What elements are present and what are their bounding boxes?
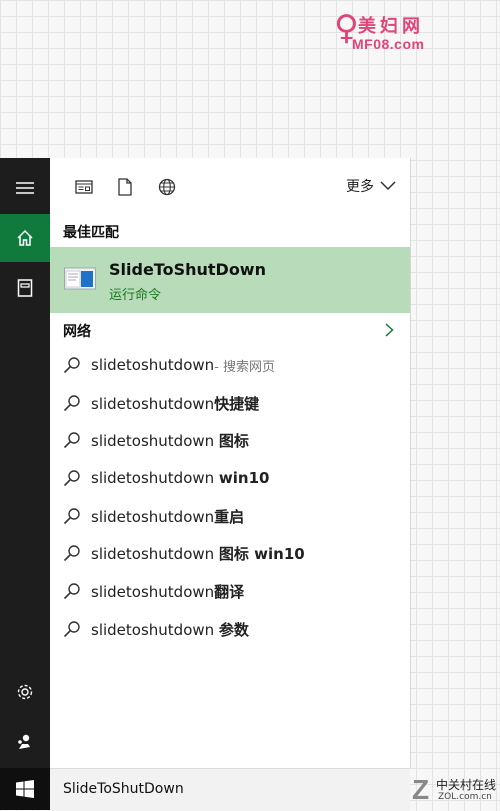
suggestion-item[interactable]: slidetoshutdown win10 [50, 460, 410, 496]
windows-logo-icon [16, 780, 34, 798]
settings-button[interactable] [0, 668, 50, 716]
filter-toolbar: 更多 [50, 158, 410, 214]
globe-icon [158, 178, 176, 196]
app-window-icon [75, 180, 93, 194]
suggestion-text: slidetoshutdown重启 [91, 507, 245, 526]
watermark-mf08: ♀ 美妇网 MF08.com [330, 6, 445, 56]
start-rail [0, 158, 50, 810]
suggestion-item[interactable]: slidetoshutdown快捷键 [50, 385, 410, 421]
suggestion-text: slidetoshutdown翻译 [91, 582, 245, 601]
search-icon [63, 431, 81, 449]
search-results-panel: 更多 最佳匹配 SlideToShutDown 运行命令 网络 slidetos… [50, 158, 411, 768]
search-icon [63, 620, 81, 638]
start-button[interactable] [0, 768, 50, 810]
search-icon [63, 356, 81, 374]
filter-apps-button[interactable] [72, 175, 96, 199]
watermark-cn: 美妇网 [358, 16, 424, 37]
feedback-icon [18, 734, 30, 749]
search-input-value: SlideToShutDown [63, 781, 184, 797]
search-input[interactable]: SlideToShutDown [50, 768, 410, 811]
best-match-item[interactable]: SlideToShutDown 运行命令 [50, 247, 410, 313]
notebook-button[interactable] [0, 264, 50, 312]
suggestion-text: slidetoshutdown 参数 [91, 620, 249, 639]
suggestion-item[interactable]: slidetoshutdown 图标 win10 [50, 535, 410, 571]
menu-button[interactable] [0, 164, 50, 212]
watermark-zol-logo: Z [412, 774, 430, 805]
suggestion-item[interactable]: slidetoshutdown - 搜索网页 [50, 347, 410, 383]
notebook-icon [17, 279, 33, 297]
hamburger-icon [16, 182, 34, 194]
search-icon [63, 544, 81, 562]
watermark-zol-en: ZOL.com.cn [438, 792, 492, 802]
search-icon [63, 394, 81, 412]
more-filters-button[interactable]: 更多 [346, 176, 396, 196]
suggestion-text: slidetoshutdown 图标 win10 [91, 544, 305, 563]
suggestion-text: slidetoshutdown快捷键 [91, 394, 260, 413]
suggestion-text: slidetoshutdown [91, 356, 215, 374]
watermark-zol-cn: 中关村在线 [436, 778, 497, 792]
suggestion-item[interactable]: slidetoshutdown重启 [50, 498, 410, 534]
best-match-title: SlideToShutDown [109, 260, 266, 279]
search-icon [63, 582, 81, 600]
best-match-subtitle: 运行命令 [109, 288, 162, 303]
run-command-icon [64, 267, 96, 290]
search-icon [63, 507, 81, 525]
gear-icon [17, 684, 33, 700]
suggestion-item[interactable]: slidetoshutdown 图标 [50, 422, 410, 458]
home-button[interactable] [0, 214, 50, 262]
network-header: 网络 [63, 324, 91, 340]
suggestion-item[interactable]: slidetoshutdown翻译 [50, 573, 410, 609]
filter-documents-button[interactable] [113, 175, 137, 199]
watermark-en: MF08.com [352, 36, 425, 52]
chevron-down-icon [380, 181, 396, 191]
suggestion-item[interactable]: slidetoshutdown 参数 [50, 611, 410, 647]
document-icon [118, 178, 132, 196]
filter-web-button[interactable] [155, 175, 179, 199]
best-match-header: 最佳匹配 [63, 225, 119, 241]
chevron-right-icon[interactable] [385, 323, 394, 337]
more-label: 更多 [346, 179, 374, 195]
suggestion-hint: - 搜索网页 [214, 359, 275, 375]
suggestion-text: slidetoshutdown win10 [91, 469, 270, 487]
home-icon [17, 229, 33, 246]
suggestion-text: slidetoshutdown 图标 [91, 431, 249, 450]
watermark-zol: Z 中关村在线 ZOL.com.cn [412, 772, 500, 808]
feedback-button[interactable] [0, 718, 50, 766]
search-icon [63, 469, 81, 487]
